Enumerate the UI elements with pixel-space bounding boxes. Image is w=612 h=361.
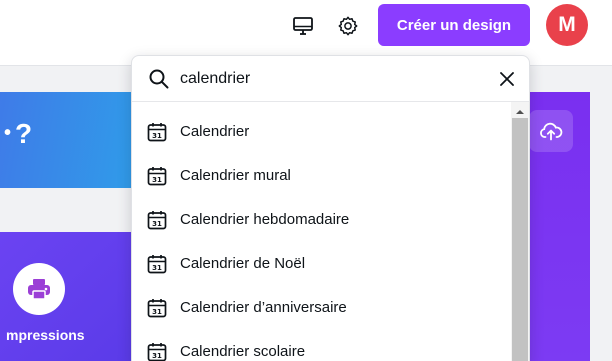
suggestion-item[interactable]: 31 Calendrier scolaire (132, 332, 511, 361)
suggestion-label: Calendrier (180, 123, 250, 140)
svg-text:31: 31 (152, 352, 162, 360)
suggestion-item[interactable]: 31 Calendrier (132, 112, 511, 152)
search-dropdown: 31 Calendrier 31 Calendrier mural 31 Cal… (131, 55, 530, 361)
calendar-icon: 31 (146, 253, 168, 275)
suggestion-label: Calendrier hebdomadaire (180, 211, 350, 228)
scrollbar[interactable] (511, 102, 529, 361)
avatar[interactable]: M (546, 4, 588, 46)
monitor-icon[interactable] (288, 11, 318, 41)
search-bar (132, 56, 529, 102)
svg-text:31: 31 (152, 132, 162, 140)
suggestion-label: Calendrier mural (180, 167, 291, 184)
calendar-icon: 31 (146, 209, 168, 231)
suggestion-label: Calendrier d’anniversaire (180, 299, 347, 316)
scroll-thumb[interactable] (512, 118, 528, 361)
calendar-icon: 31 (146, 121, 168, 143)
svg-text:31: 31 (152, 220, 162, 228)
suggestion-item[interactable]: 31 Calendrier mural (132, 156, 511, 196)
banner-text: ? (15, 118, 33, 149)
search-input[interactable] (180, 68, 480, 90)
suggestion-label: Calendrier scolaire (180, 343, 306, 360)
close-icon[interactable] (496, 68, 518, 90)
svg-text:31: 31 (152, 176, 162, 184)
suggestion-item[interactable]: 31 Calendrier de Noël (132, 244, 511, 284)
suggestion-item[interactable]: 31 Calendrier hebdomadaire (132, 200, 511, 240)
calendar-icon: 31 (146, 341, 168, 361)
upload-cloud-icon[interactable] (529, 110, 573, 152)
suggestion-label: Calendrier de Noël (180, 255, 306, 272)
gear-icon[interactable] (333, 11, 363, 41)
scroll-up-arrow-icon[interactable] (515, 104, 525, 114)
search-icon (148, 68, 170, 95)
svg-text:31: 31 (152, 308, 162, 316)
calendar-icon: 31 (146, 165, 168, 187)
printer-icon (13, 263, 65, 315)
calendar-icon: 31 (146, 297, 168, 319)
print-label: mpressions (6, 327, 85, 343)
create-design-button[interactable]: Créer un design (378, 4, 530, 46)
banner-question-mark: •? (4, 118, 33, 149)
suggestion-item[interactable]: 31 Calendrier d’anniversaire (132, 288, 511, 328)
svg-text:31: 31 (152, 264, 162, 272)
